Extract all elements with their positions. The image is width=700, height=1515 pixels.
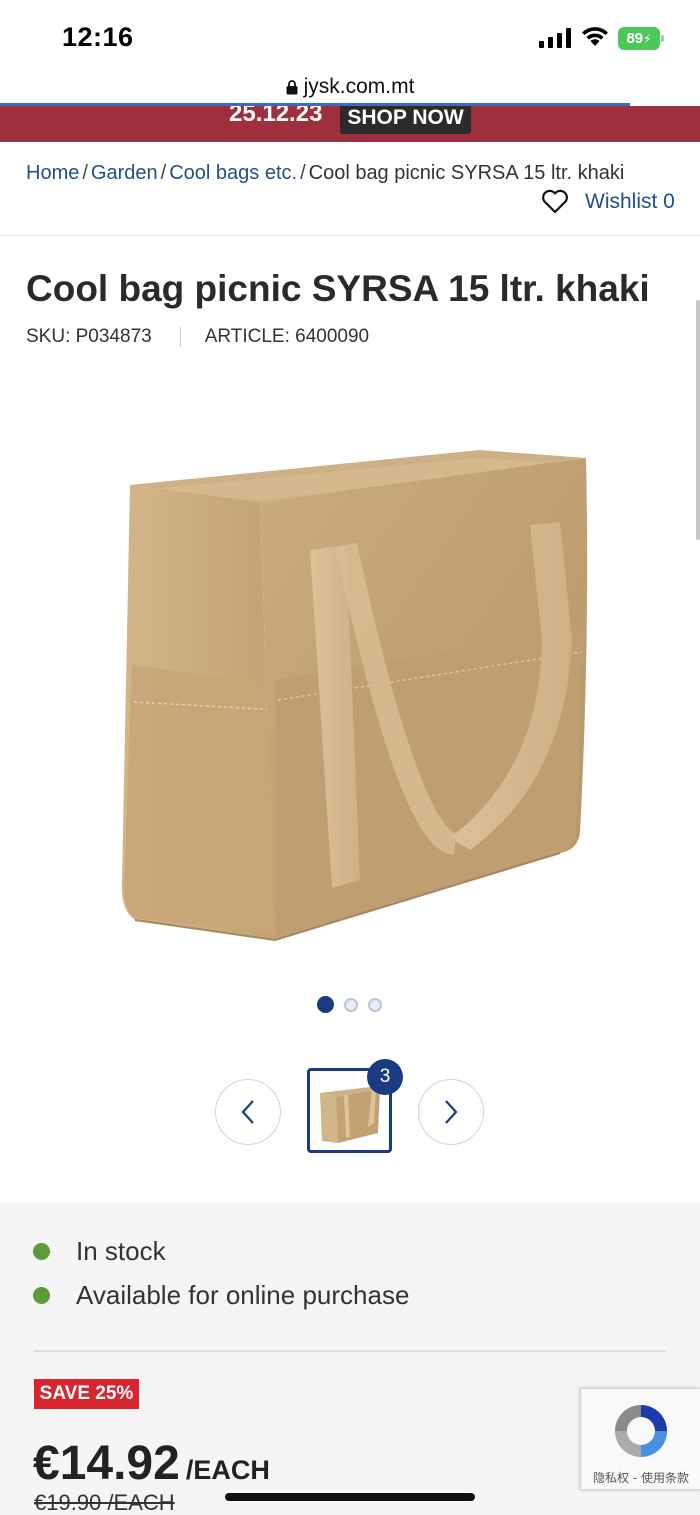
breadcrumb-separator: /	[82, 162, 88, 184]
heart-icon	[542, 189, 568, 214]
breadcrumb: Home / Garden / Cool bags etc. / Cool bag picn…	[26, 162, 624, 185]
breadcrumb-current: Cool bag picnic SYRSA 15 ltr. khaki	[308, 162, 625, 184]
online-availability: Available for online purchase	[33, 1280, 409, 1311]
cool-bag-image[interactable]	[110, 440, 600, 970]
product-sku: SKU: P034873	[26, 326, 152, 347]
battery-level: 89	[626, 30, 644, 47]
status-bar: 12:16 89⚡	[0, 0, 700, 70]
stock-status: In stock	[33, 1236, 166, 1267]
breadcrumb-separator: /	[300, 162, 306, 184]
wifi-icon	[582, 27, 608, 46]
divider	[0, 235, 700, 236]
product-title: Cool bag picnic SYRSA 15 ltr. khaki	[26, 268, 650, 309]
recaptcha-badge[interactable]: 隐私权 - 使用条款	[580, 1388, 700, 1490]
product-meta: SKU: P034873 ARTICLE: 6400090	[26, 326, 369, 348]
recaptcha-footer[interactable]: 隐私权 - 使用条款	[581, 1469, 700, 1486]
promo-date: 25.12.23	[229, 106, 323, 127]
breadcrumb-cool-bags[interactable]: Cool bags etc.	[169, 162, 297, 184]
gallery-next-button[interactable]	[418, 1079, 484, 1145]
status-dot-icon	[33, 1243, 50, 1260]
breadcrumb-separator: /	[160, 162, 167, 184]
gallery-dot-active[interactable]	[317, 996, 334, 1013]
breadcrumb-home[interactable]: Home	[26, 162, 79, 184]
url-text: jysk.com.mt	[303, 75, 415, 98]
cellular-signal-icon	[539, 28, 571, 48]
meta-divider	[179, 327, 181, 347]
gallery-dot[interactable]	[344, 997, 358, 1012]
wishlist-link[interactable]: Wishlist 0	[541, 189, 675, 214]
shop-now-button[interactable]: SHOP NOW	[340, 106, 471, 134]
chevron-right-icon	[445, 1100, 458, 1124]
chevron-left-icon	[241, 1100, 254, 1124]
price: €14.92 /EACH	[33, 1436, 270, 1491]
address-bar[interactable]: jysk.com.mt	[0, 70, 700, 106]
gallery-dot[interactable]	[368, 997, 382, 1012]
product-article: ARTICLE: 6400090	[204, 326, 370, 347]
gallery-prev-button[interactable]	[215, 1079, 281, 1145]
breadcrumb-garden[interactable]: Garden	[91, 162, 158, 184]
recaptcha-icon	[615, 1405, 667, 1457]
divider	[33, 1350, 666, 1352]
lock-icon	[286, 79, 298, 94]
save-badge: SAVE 25%	[34, 1379, 139, 1409]
status-time: 12:16	[62, 22, 134, 52]
price-value: €14.92	[33, 1437, 180, 1490]
old-price: €19.90 /EACH	[34, 1490, 175, 1515]
status-dot-icon	[33, 1287, 50, 1304]
price-unit: /EACH	[185, 1455, 270, 1485]
stock-status-label: In stock	[76, 1236, 166, 1266]
promo-banner[interactable]: 25.12.23 SHOP NOW	[0, 106, 700, 142]
scrollbar-thumb[interactable]	[696, 300, 700, 540]
wishlist-label: Wishlist 0	[585, 189, 675, 213]
image-count-badge: 3	[367, 1059, 403, 1095]
home-indicator[interactable]	[225, 1493, 475, 1501]
gallery-pagination	[317, 996, 382, 1013]
battery-icon: 89⚡	[618, 27, 664, 50]
online-availability-label: Available for online purchase	[76, 1280, 410, 1310]
